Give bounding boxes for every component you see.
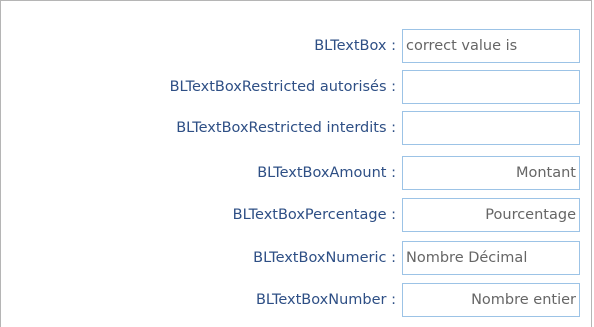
restricted-forbidden-label: BLTextBoxRestricted interdits : — [176, 120, 396, 136]
numeric-input[interactable] — [402, 241, 580, 275]
field-row-numeric: BLTextBoxNumeric : — [1, 241, 594, 275]
field-row-amount: BLTextBoxAmount : — [1, 156, 594, 190]
field-row-number: BLTextBoxNumber : — [1, 283, 594, 317]
bltextbox-input[interactable] — [402, 29, 580, 63]
bltextbox-label: BLTextBox : — [314, 38, 396, 54]
amount-input[interactable] — [402, 156, 580, 190]
restricted-allowed-input[interactable] — [402, 70, 580, 104]
field-row-restricted-allowed: BLTextBoxRestricted autorisés : — [1, 70, 594, 104]
number-label: BLTextBoxNumber : — [255, 292, 396, 308]
restricted-allowed-label: BLTextBoxRestricted autorisés : — [169, 79, 396, 95]
field-row-restricted-forbidden: BLTextBoxRestricted interdits : — [1, 111, 594, 145]
field-row-bltextbox: BLTextBox : — [1, 29, 594, 63]
field-row-percentage: BLTextBoxPercentage : — [1, 198, 594, 232]
form-panel: BLTextBox : BLTextBoxRestricted autorisé… — [0, 0, 592, 327]
percentage-label: BLTextBoxPercentage : — [232, 207, 396, 223]
numeric-label: BLTextBoxNumeric : — [253, 250, 396, 266]
number-input[interactable] — [402, 283, 580, 317]
percentage-input[interactable] — [402, 198, 580, 232]
restricted-forbidden-input[interactable] — [402, 111, 580, 145]
amount-label: BLTextBoxAmount : — [257, 165, 396, 181]
